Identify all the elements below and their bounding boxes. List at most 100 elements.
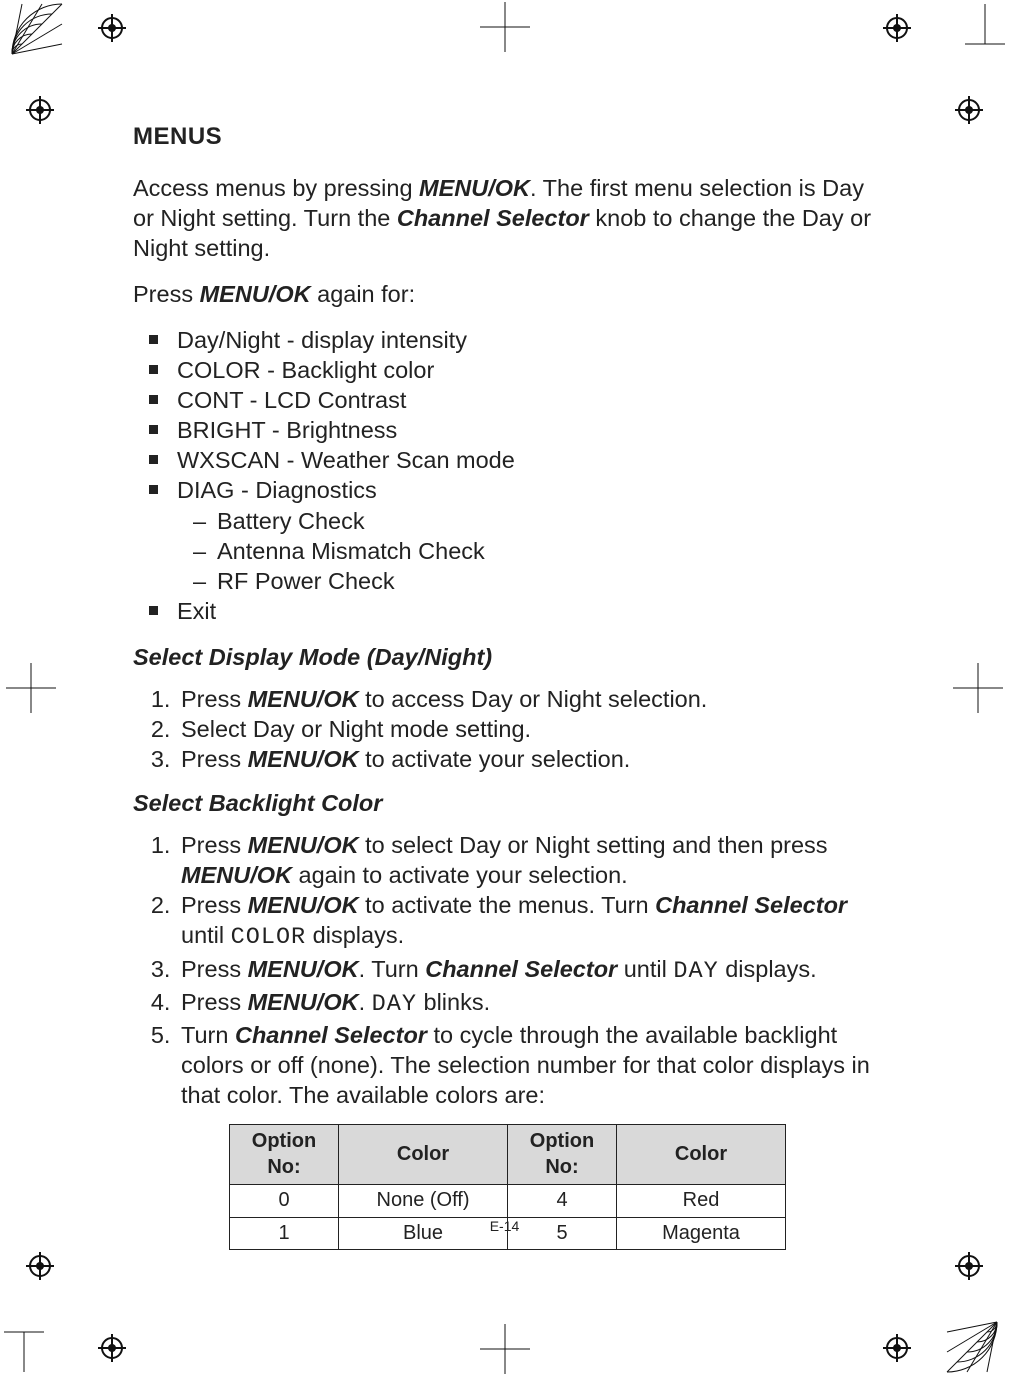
reg-mark-6 bbox=[955, 1252, 983, 1280]
text: Select Day or Night mode setting. bbox=[181, 716, 531, 742]
list-item: Press MENU/OK to activate your selection… bbox=[177, 744, 873, 774]
text: again to activate your selection. bbox=[292, 862, 628, 888]
cell: 0 bbox=[230, 1185, 339, 1218]
reg-mark-2 bbox=[883, 14, 911, 42]
document-content: MENUS Access menus by pressing MENU/OK. … bbox=[133, 122, 873, 1250]
term-menu-ok: MENU/OK bbox=[419, 175, 530, 201]
text: to activate your selection. bbox=[359, 746, 631, 772]
term-channel-selector: Channel Selector bbox=[425, 956, 617, 982]
text: to select Day or Night setting and then … bbox=[359, 832, 828, 858]
list-item: Press MENU/OK. DAY blinks. bbox=[177, 987, 873, 1020]
text: . bbox=[359, 989, 372, 1015]
cross-mark-left bbox=[6, 663, 56, 713]
list-item: Turn Channel Selector to cycle through t… bbox=[177, 1020, 873, 1110]
text: Press bbox=[181, 956, 248, 982]
table-row: 0 None (Off) 4 Red bbox=[230, 1185, 786, 1218]
cross-mark-bottom bbox=[480, 1324, 530, 1374]
reg-mark-5 bbox=[26, 1252, 54, 1280]
text: again for: bbox=[311, 281, 416, 307]
text: Antenna Mismatch Check bbox=[217, 538, 485, 564]
term-menu-ok: MENU/OK bbox=[248, 746, 359, 772]
list-item: CONT - LCD Contrast bbox=[177, 385, 873, 415]
text: Press bbox=[133, 281, 200, 307]
cell: Red bbox=[617, 1185, 786, 1218]
heading-menus: MENUS bbox=[133, 122, 873, 153]
text: Press bbox=[181, 832, 248, 858]
text: Turn bbox=[181, 1022, 235, 1048]
cross-mark-right bbox=[953, 663, 1003, 713]
list-item: Press MENU/OK to select Day or Night set… bbox=[177, 830, 873, 890]
text: DIAG - Diagnostics bbox=[177, 477, 377, 503]
text: to access Day or Night selection. bbox=[359, 686, 708, 712]
text: Press bbox=[181, 746, 248, 772]
crop-mark-tr bbox=[945, 4, 1005, 64]
text: Battery Check bbox=[217, 508, 365, 534]
term-channel-selector: Channel Selector bbox=[235, 1022, 427, 1048]
text: to activate the menus. Turn bbox=[359, 892, 656, 918]
th-color-2: Color bbox=[617, 1124, 786, 1184]
subhead-backlight-color: Select Backlight Color bbox=[133, 788, 873, 818]
reg-mark-8 bbox=[883, 1334, 911, 1362]
list-item: Select Day or Night mode setting. bbox=[177, 714, 873, 744]
list-item: COLOR - Backlight color bbox=[177, 355, 873, 385]
term-menu-ok: MENU/OK bbox=[248, 686, 359, 712]
term-menu-ok: MENU/OK bbox=[248, 956, 359, 982]
text: COLOR - Backlight color bbox=[177, 357, 434, 383]
diag-sublist: Battery Check Antenna Mismatch Check RF … bbox=[177, 506, 873, 596]
reg-mark-3 bbox=[26, 96, 54, 124]
list-item: Exit bbox=[177, 596, 873, 626]
table-header-row: Option No: Color Option No: Color bbox=[230, 1124, 786, 1184]
cell: 4 bbox=[508, 1185, 617, 1218]
th-option-no-2: Option No: bbox=[508, 1124, 617, 1184]
term-menu-ok: MENU/OK bbox=[181, 862, 292, 888]
term-menu-ok: MENU/OK bbox=[248, 832, 359, 858]
list-item: Press MENU/OK. Turn Channel Selector unt… bbox=[177, 954, 873, 987]
seg-display: DAY bbox=[372, 991, 417, 1018]
list-item: Antenna Mismatch Check bbox=[217, 536, 873, 566]
text: Exit bbox=[177, 598, 216, 624]
list-item: Battery Check bbox=[217, 506, 873, 536]
text: until bbox=[617, 956, 673, 982]
intro-paragraph-1: Access menus by pressing MENU/OK. The fi… bbox=[133, 173, 873, 263]
term-menu-ok: MENU/OK bbox=[248, 989, 359, 1015]
reg-mark-7 bbox=[98, 1334, 126, 1362]
text: Press bbox=[181, 686, 248, 712]
crop-mark-bl bbox=[4, 1312, 64, 1372]
intro-paragraph-2: Press MENU/OK again for: bbox=[133, 279, 873, 309]
seg-display: COLOR bbox=[231, 924, 307, 951]
text: until bbox=[181, 922, 231, 948]
term-menu-ok: MENU/OK bbox=[248, 892, 359, 918]
list-item: Press MENU/OK to access Day or Night sel… bbox=[177, 684, 873, 714]
text: . Turn bbox=[359, 956, 426, 982]
page: MENUS Access menus by pressing MENU/OK. … bbox=[0, 0, 1009, 1376]
text: displays. bbox=[719, 956, 817, 982]
list-item: Day/Night - display intensity bbox=[177, 325, 873, 355]
term-channel-selector: Channel Selector bbox=[397, 205, 589, 231]
text: blinks. bbox=[417, 989, 490, 1015]
print-fan-top-left bbox=[10, 2, 64, 56]
list-item: DIAG - Diagnostics Battery Check Antenna… bbox=[177, 475, 873, 595]
text: WXSCAN - Weather Scan mode bbox=[177, 447, 515, 473]
list-item: Press MENU/OK to activate the menus. Tur… bbox=[177, 890, 873, 953]
seg-display: DAY bbox=[673, 958, 718, 985]
display-mode-steps: Press MENU/OK to access Day or Night sel… bbox=[133, 684, 873, 774]
th-color: Color bbox=[339, 1124, 508, 1184]
subhead-display-mode: Select Display Mode (Day/Night) bbox=[133, 642, 873, 672]
cross-mark-top bbox=[480, 2, 530, 52]
text: BRIGHT - Brightness bbox=[177, 417, 397, 443]
reg-mark-1 bbox=[98, 14, 126, 42]
text: Press bbox=[181, 892, 248, 918]
text: Press bbox=[181, 989, 248, 1015]
list-item: RF Power Check bbox=[217, 566, 873, 596]
text: Day/Night - display intensity bbox=[177, 327, 467, 353]
backlight-color-steps: Press MENU/OK to select Day or Night set… bbox=[133, 830, 873, 1110]
text: CONT - LCD Contrast bbox=[177, 387, 406, 413]
text: displays. bbox=[306, 922, 404, 948]
text: Access menus by pressing bbox=[133, 175, 419, 201]
page-number: E-14 bbox=[0, 1218, 1009, 1234]
list-item: WXSCAN - Weather Scan mode bbox=[177, 445, 873, 475]
cell: None (Off) bbox=[339, 1185, 508, 1218]
term-menu-ok: MENU/OK bbox=[200, 281, 311, 307]
reg-mark-4 bbox=[955, 96, 983, 124]
print-fan-bottom-right bbox=[945, 1320, 999, 1374]
